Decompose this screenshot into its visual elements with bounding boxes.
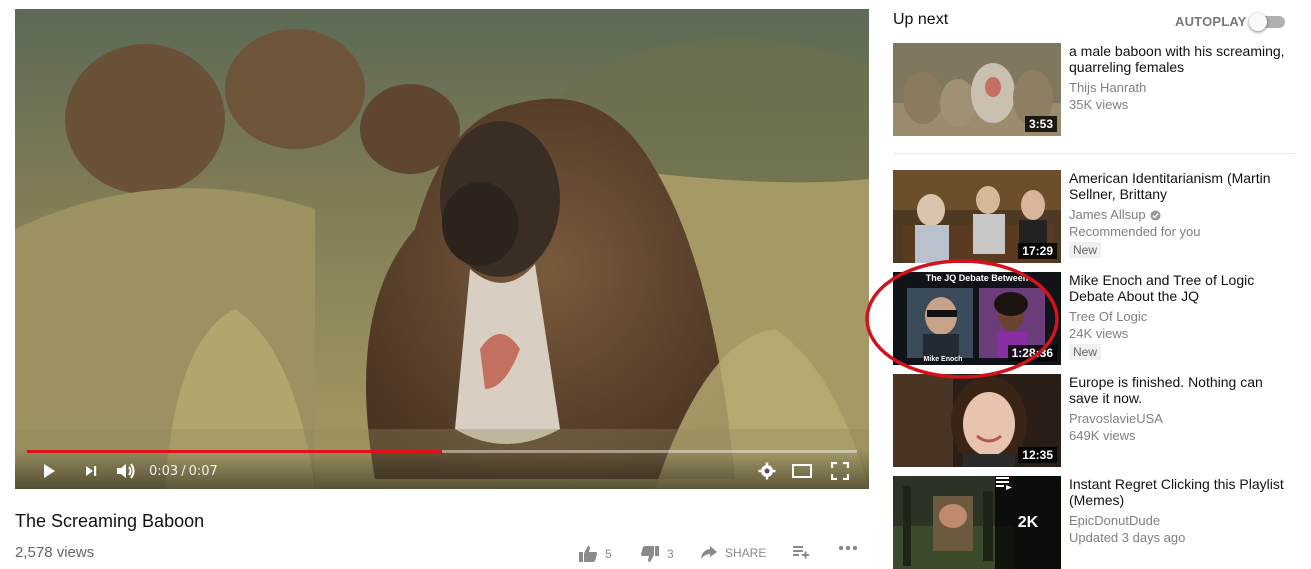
more-icon xyxy=(838,545,858,551)
time-current: 0:03 xyxy=(149,464,179,479)
up-next-video[interactable]: 12:35 Europe is finished. Nothing can sa… xyxy=(893,374,1303,467)
playlist-overlay: 2K xyxy=(995,476,1061,569)
player-controls: 0:03/0:07 xyxy=(15,449,869,489)
add-to-playlist-icon xyxy=(793,546,809,559)
channel-label: Thijs Hanrath xyxy=(1069,80,1147,95)
time-display: 0:03/0:07 xyxy=(149,464,218,479)
video-meta: Mike Enoch and Tree of Logic Debate Abou… xyxy=(1069,272,1295,361)
video-thumbnail[interactable]: 17:29 xyxy=(893,170,1061,263)
channel-label: EpicDonutDude xyxy=(1069,513,1161,528)
playlist-thumbnail[interactable]: 2K xyxy=(893,476,1061,569)
channel-name: PravoslavieUSA xyxy=(1069,411,1295,427)
autoplay-toggle[interactable] xyxy=(1249,13,1286,31)
fullscreen-button[interactable] xyxy=(830,462,850,480)
play-button[interactable] xyxy=(39,462,59,480)
thumbs-down-icon xyxy=(641,546,659,562)
volume-icon xyxy=(117,463,135,479)
share-label: SHARE xyxy=(725,546,767,560)
video-duration: 12:35 xyxy=(1018,447,1057,463)
video-meta: a male baboon with his screaming, quarre… xyxy=(1069,43,1295,114)
time-total: 0:07 xyxy=(188,464,218,479)
channel-name: EpicDonutDude xyxy=(1069,513,1295,529)
verified-check-icon xyxy=(1150,209,1161,221)
video-stats: Recommended for you xyxy=(1069,224,1201,239)
playlist-count: 2K xyxy=(1017,513,1039,531)
next-button[interactable] xyxy=(81,462,101,480)
like-count: 5 xyxy=(605,547,612,561)
video-meta: Instant Regret Clicking this Playlist (M… xyxy=(1069,476,1295,547)
video-stats: 649K views xyxy=(1069,428,1136,443)
video-duration: 17:29 xyxy=(1018,243,1057,259)
share-icon xyxy=(701,546,717,559)
video-meta: American Identitarianism (Martin Sellner… xyxy=(1069,170,1295,259)
video-thumbnail[interactable]: 3:53 xyxy=(893,43,1061,136)
thumbnail-caption-text: Mike Enoch xyxy=(924,356,963,363)
video-duration: 3:53 xyxy=(1024,116,1057,132)
video-meta: Europe is finished. Nothing can save it … xyxy=(1069,374,1295,445)
share-button[interactable]: SHARE xyxy=(700,545,766,561)
channel-name: James Allsup xyxy=(1069,207,1295,223)
sidebar-divider xyxy=(893,153,1295,154)
up-next-video[interactable]: 17:29 American Identitarianism (Martin S… xyxy=(893,170,1303,263)
channel-name: Thijs Hanrath xyxy=(1069,80,1295,96)
theater-mode-icon xyxy=(792,464,812,478)
video-duration: 1:28:36 xyxy=(1007,345,1057,361)
up-next-video[interactable]: 3:53 a male baboon with his screaming, q… xyxy=(893,43,1303,136)
autoplay-label: AUTOPLAY xyxy=(1175,14,1247,29)
video-actions: 5 3 SHARE xyxy=(578,545,868,565)
channel-label: PravoslavieUSA xyxy=(1069,411,1163,426)
play-icon xyxy=(44,464,55,478)
channel-label: Tree Of Logic xyxy=(1069,309,1148,324)
video-item-title[interactable]: Europe is finished. Nothing can save it … xyxy=(1069,374,1295,406)
settings-gear-icon xyxy=(758,462,776,480)
video-thumbnail[interactable]: 12:35 xyxy=(893,374,1061,467)
time-separator: / xyxy=(181,464,186,479)
video-item-title[interactable]: American Identitarianism (Martin Sellner… xyxy=(1069,170,1295,202)
theater-mode-button[interactable] xyxy=(791,462,813,480)
new-badge: New xyxy=(1069,344,1102,360)
dislike-count: 3 xyxy=(667,547,674,561)
up-next-video[interactable]: The JQ Debate Between Mike Enoch 1:28:36… xyxy=(893,272,1303,365)
like-button[interactable]: 5 xyxy=(578,545,612,563)
new-badge: New xyxy=(1069,242,1102,258)
video-player[interactable]: 0:03/0:07 xyxy=(15,9,869,489)
up-next-heading: Up next xyxy=(893,11,949,28)
thumbnail-title-text: The JQ Debate Between xyxy=(926,273,1029,283)
video-stats: 35K views xyxy=(1069,97,1129,112)
video-item-title[interactable]: a male baboon with his screaming, quarre… xyxy=(1069,43,1295,75)
view-count: 2,578 views xyxy=(15,544,95,561)
playlist-icon xyxy=(996,477,1012,490)
channel-name: Tree Of Logic xyxy=(1069,309,1295,325)
settings-button[interactable] xyxy=(757,462,777,480)
volume-button[interactable] xyxy=(114,462,138,480)
video-item-title[interactable]: Instant Regret Clicking this Playlist (M… xyxy=(1069,476,1295,508)
fullscreen-icon xyxy=(831,462,849,480)
thumbs-up-icon xyxy=(579,546,597,562)
more-actions-button[interactable] xyxy=(838,545,858,551)
autoplay-toggle-knob xyxy=(1249,13,1267,31)
channel-label: James Allsup xyxy=(1069,207,1146,222)
next-icon xyxy=(86,466,97,476)
add-to-playlist-button[interactable] xyxy=(792,545,810,559)
video-stats: 24K views xyxy=(1069,326,1129,341)
dislike-button[interactable]: 3 xyxy=(640,545,674,563)
up-next-playlist[interactable]: 2K Instant Regret Clicking this Playlist… xyxy=(893,476,1303,569)
video-stats: Updated 3 days ago xyxy=(1069,530,1186,545)
video-thumbnail[interactable]: The JQ Debate Between Mike Enoch 1:28:36 xyxy=(893,272,1061,365)
video-frame xyxy=(15,9,869,489)
video-item-title[interactable]: Mike Enoch and Tree of Logic Debate Abou… xyxy=(1069,272,1295,304)
video-title: The Screaming Baboon xyxy=(15,511,205,531)
